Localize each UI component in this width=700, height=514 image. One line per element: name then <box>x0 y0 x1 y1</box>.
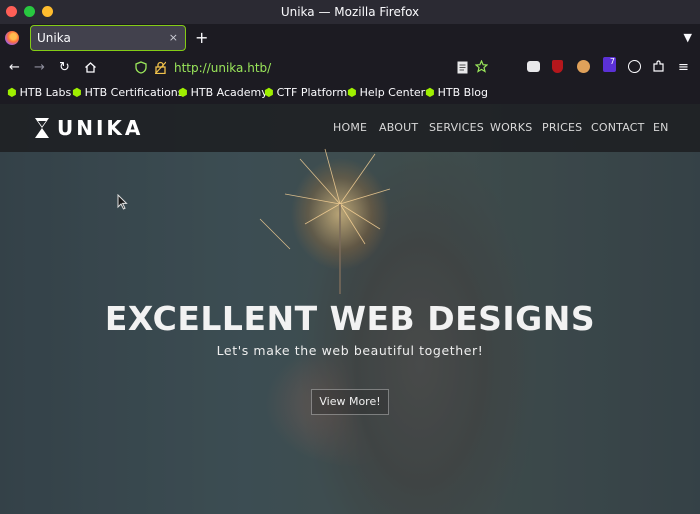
firefox-icon[interactable] <box>5 31 19 45</box>
forward-arrow-icon[interactable]: → <box>34 60 45 76</box>
bookmark-label: HTB Certifications <box>84 86 184 99</box>
hero-tagline: Let's make the web beautiful together! <box>216 343 484 358</box>
extension-badge-icon[interactable]: 7 <box>603 57 616 72</box>
list-all-tabs-icon[interactable]: ▼ <box>684 28 692 48</box>
ublock-origin-icon[interactable] <box>552 60 563 73</box>
nav-about[interactable]: ABOUT <box>379 121 418 135</box>
nav-services[interactable]: SERVICES <box>429 121 484 135</box>
cookie-extension-icon[interactable] <box>577 60 590 73</box>
extensions-puzzle-icon[interactable] <box>652 60 665 73</box>
bookmark-label: HTB Blog <box>437 86 488 99</box>
url-bar[interactable]: http://unika.htb/ <box>174 60 271 76</box>
htb-cube-icon: ⬢ <box>72 86 82 99</box>
nav-works[interactable]: WORKS <box>490 121 532 135</box>
tab-unika[interactable]: Unika × <box>30 25 186 51</box>
bookmarks-toolbar: ⬢ HTB Labs ⬢ HTB Certifications ⬢ HTB Acade… <box>0 83 700 104</box>
home-icon[interactable] <box>84 61 97 74</box>
bookmark-help-center[interactable]: ⬢ Help Center <box>347 85 425 101</box>
bookmark-htb-blog[interactable]: ⬢ HTB Blog <box>425 85 488 101</box>
minimize-window-button[interactable] <box>42 6 53 17</box>
bookmark-star-icon[interactable] <box>475 60 488 73</box>
extension-cloud-icon[interactable] <box>527 61 540 72</box>
htb-cube-icon: ⬢ <box>264 86 274 99</box>
reader-view-icon[interactable] <box>457 61 468 74</box>
tracking-shield-icon[interactable] <box>135 61 147 74</box>
maximize-window-button[interactable] <box>24 6 35 17</box>
bookmark-htb-labs[interactable]: ⬢ HTB Labs <box>7 85 71 101</box>
site-logo-text[interactable]: UNIKA <box>57 116 143 140</box>
new-tab-button[interactable]: + <box>195 26 208 50</box>
htb-cube-icon: ⬢ <box>425 86 435 99</box>
globe-icon[interactable] <box>628 60 641 73</box>
navigation-toolbar: ← → ↻ http://unika.htb/ 7 ≡ <box>0 53 700 83</box>
bookmark-ctf-platform[interactable]: ⬢ CTF Platform <box>264 85 347 101</box>
hero-headline: EXCELLENT WEB DESIGNS <box>104 299 596 338</box>
reload-icon[interactable]: ↻ <box>59 60 70 76</box>
close-tab-icon[interactable]: × <box>169 26 178 50</box>
view-more-button[interactable]: View More! <box>311 389 389 415</box>
hamburger-menu-icon[interactable]: ≡ <box>678 60 689 76</box>
bookmark-label: Help Center <box>359 86 426 99</box>
bookmark-label: HTB Academy <box>190 86 268 99</box>
tab-strip: Unika × + ▼ <box>0 24 700 53</box>
window-titlebar: Unika — Mozilla Firefox <box>0 0 700 24</box>
back-arrow-icon[interactable]: ← <box>9 60 20 76</box>
language-switch[interactable]: EN <box>653 121 669 135</box>
bookmark-htb-certifications[interactable]: ⬢ HTB Certifications <box>72 85 184 101</box>
window-controls <box>6 6 53 17</box>
htb-cube-icon: ⬢ <box>7 86 17 99</box>
htb-cube-icon: ⬢ <box>347 86 357 99</box>
bookmark-htb-academy[interactable]: ⬢ HTB Academy <box>178 85 268 101</box>
bookmark-label: HTB Labs <box>19 86 72 99</box>
nav-home[interactable]: HOME <box>333 121 367 135</box>
htb-cube-icon: ⬢ <box>178 86 188 99</box>
window-title: Unika — Mozilla Firefox <box>280 5 420 19</box>
bookmark-label: CTF Platform <box>276 86 348 99</box>
sparkler-image <box>259 148 391 294</box>
tab-label: Unika <box>37 31 71 45</box>
nav-contact[interactable]: CONTACT <box>591 121 645 135</box>
mouse-cursor-icon <box>117 194 128 210</box>
close-window-button[interactable] <box>6 6 17 17</box>
insecure-lock-icon[interactable] <box>155 61 166 74</box>
hourglass-logo-icon[interactable] <box>34 117 50 139</box>
nav-prices[interactable]: PRICES <box>542 121 582 135</box>
page-viewport: UNIKA HOME ABOUT SERVICES WORKS PRICES C… <box>0 104 700 514</box>
